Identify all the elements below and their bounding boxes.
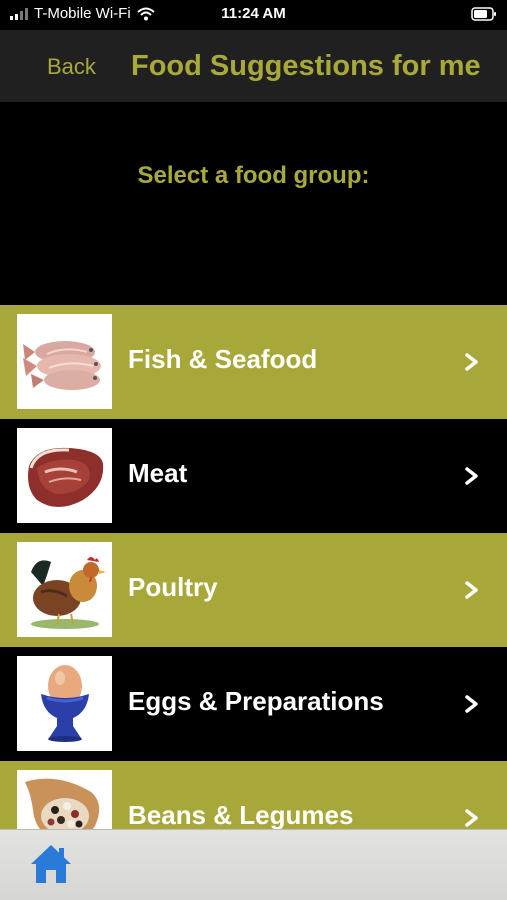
- food-row-meat[interactable]: Meat: [0, 419, 507, 533]
- rooster-image: [17, 542, 112, 637]
- fish-image: [17, 314, 112, 409]
- food-group-list: Fish & Seafood Meat Poultry Eggs & Prepa…: [0, 305, 507, 829]
- food-row-label: Poultry: [128, 572, 218, 602]
- food-row-fish-seafood[interactable]: Fish & Seafood: [0, 305, 507, 419]
- food-row-label: Eggs & Preparations: [128, 686, 384, 716]
- page-title: Food Suggestions for me: [131, 50, 481, 82]
- chevron-right-icon: [465, 809, 478, 827]
- food-row-beans-legumes[interactable]: Beans & Legumes: [0, 761, 507, 829]
- status-bar: T-Mobile Wi-Fi 11:24 AM: [0, 0, 507, 30]
- battery-icon: [471, 7, 496, 21]
- egg-cup-image: [17, 656, 112, 751]
- meat-image: [17, 428, 112, 523]
- home-icon[interactable]: [28, 842, 74, 886]
- food-row-eggs-preparations[interactable]: Eggs & Preparations: [0, 647, 507, 761]
- chevron-right-icon: [465, 581, 478, 599]
- status-time: 11:24 AM: [221, 5, 286, 22]
- food-row-label: Beans & Legumes: [128, 800, 354, 829]
- back-button[interactable]: Back: [47, 54, 96, 80]
- tab-bar: [0, 829, 507, 900]
- chevron-right-icon: [465, 467, 478, 485]
- chevron-right-icon: [465, 353, 478, 371]
- navigation-bar: Back Food Suggestions for me: [0, 30, 507, 102]
- food-row-poultry[interactable]: Poultry: [0, 533, 507, 647]
- beans-image: [17, 770, 112, 829]
- food-row-label: Fish & Seafood: [128, 344, 318, 374]
- food-row-label: Meat: [128, 458, 188, 488]
- select-food-group-prompt: Select a food group:: [137, 162, 370, 189]
- chevron-right-icon: [465, 695, 478, 713]
